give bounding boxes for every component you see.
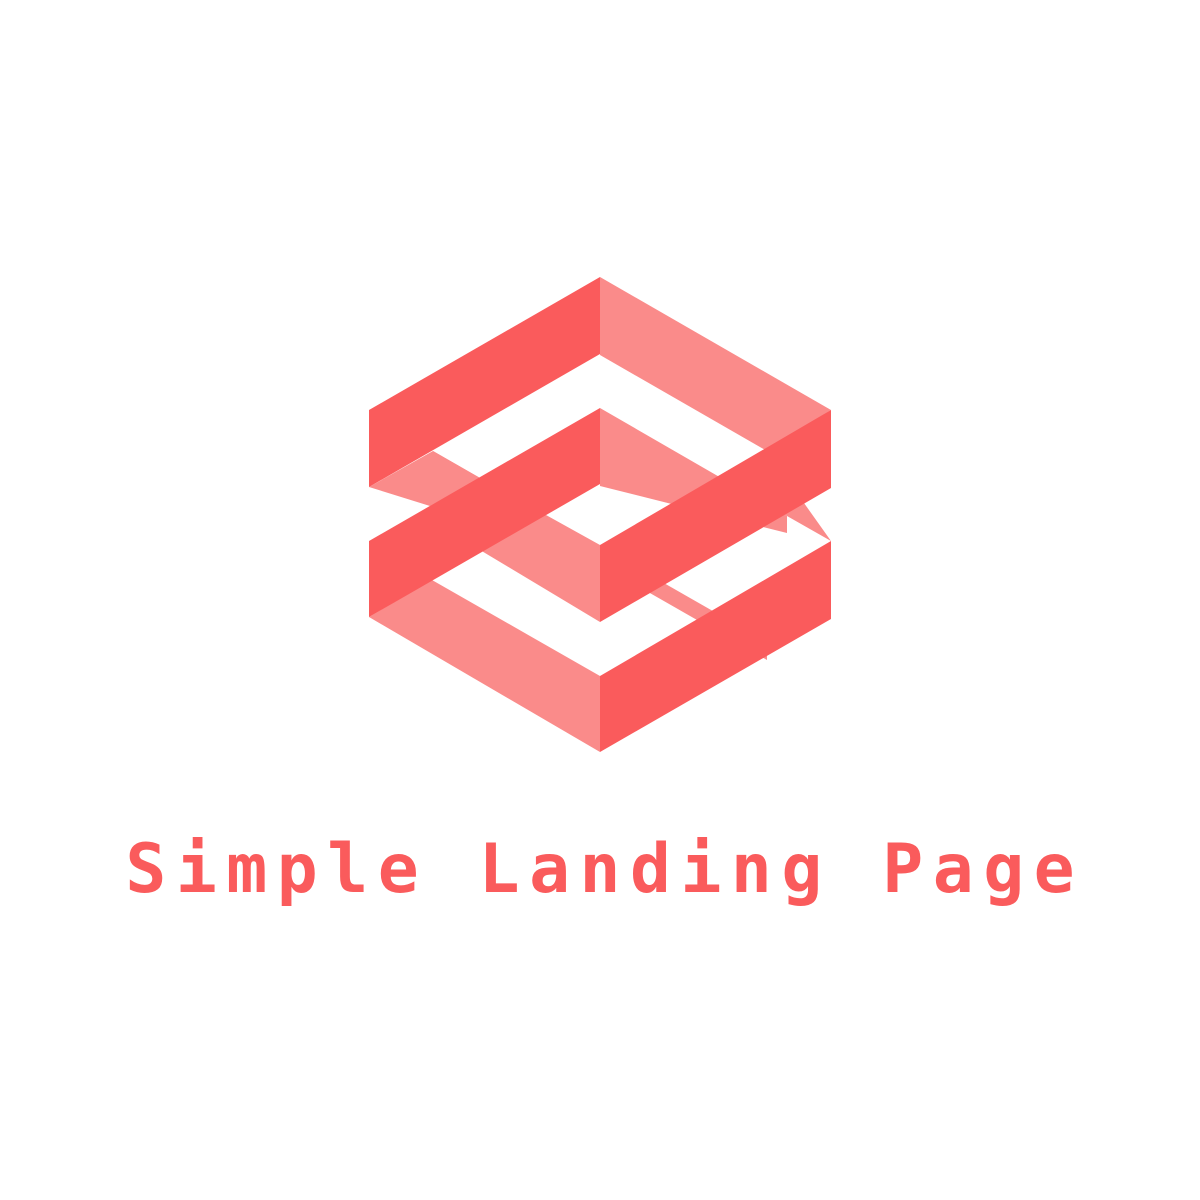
brand-name: Simple Landing Page (125, 830, 1085, 909)
logo-icon (369, 277, 831, 752)
logo-left-lower-face (369, 580, 600, 752)
logo-front-faces (369, 277, 831, 752)
logo-top-right-face (600, 277, 831, 451)
